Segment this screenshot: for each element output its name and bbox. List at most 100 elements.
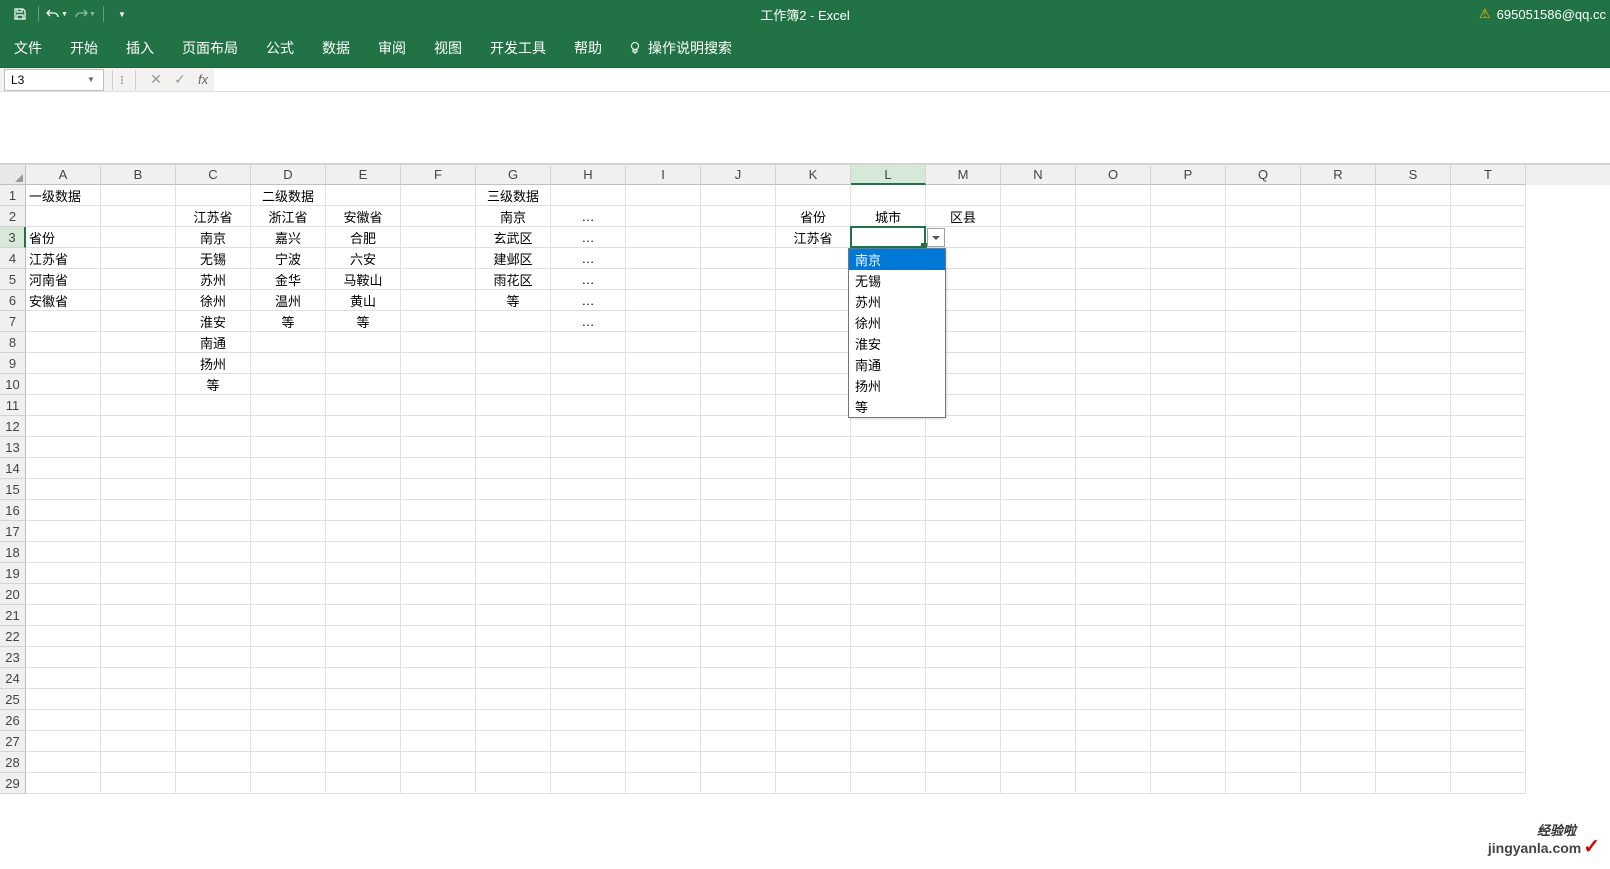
cell[interactable] xyxy=(851,731,926,752)
cell[interactable] xyxy=(1376,458,1451,479)
cell[interactable] xyxy=(176,731,251,752)
cell[interactable] xyxy=(1301,521,1376,542)
cell[interactable] xyxy=(851,626,926,647)
cell[interactable] xyxy=(626,689,701,710)
cell[interactable] xyxy=(1151,248,1226,269)
cell[interactable] xyxy=(101,311,176,332)
cell[interactable] xyxy=(701,353,776,374)
cell[interactable] xyxy=(176,626,251,647)
cell[interactable] xyxy=(1076,269,1151,290)
cell[interactable] xyxy=(551,374,626,395)
cell[interactable]: 等 xyxy=(176,374,251,395)
cell[interactable]: 宁波 xyxy=(251,248,326,269)
cell[interactable] xyxy=(1001,626,1076,647)
cell[interactable] xyxy=(101,626,176,647)
cell[interactable] xyxy=(1376,542,1451,563)
cell[interactable] xyxy=(626,206,701,227)
cell[interactable] xyxy=(1076,185,1151,206)
cell[interactable] xyxy=(401,647,476,668)
cell[interactable] xyxy=(401,479,476,500)
cell[interactable] xyxy=(1226,710,1301,731)
cell[interactable] xyxy=(251,332,326,353)
cell[interactable] xyxy=(101,542,176,563)
row-header[interactable]: 3 xyxy=(0,227,26,248)
dropdown-option[interactable]: 等 xyxy=(849,396,945,417)
cell[interactable] xyxy=(1001,248,1076,269)
cell[interactable] xyxy=(1451,626,1526,647)
cell[interactable] xyxy=(851,458,926,479)
data-validation-dropdown-button[interactable] xyxy=(927,228,945,247)
cell[interactable] xyxy=(626,563,701,584)
cell[interactable] xyxy=(401,206,476,227)
cell[interactable] xyxy=(1076,521,1151,542)
cell[interactable] xyxy=(326,710,401,731)
cell[interactable] xyxy=(101,227,176,248)
cell[interactable] xyxy=(251,668,326,689)
cell[interactable] xyxy=(626,605,701,626)
cell[interactable] xyxy=(1226,269,1301,290)
cell[interactable] xyxy=(26,626,101,647)
cell[interactable] xyxy=(1001,500,1076,521)
cell[interactable] xyxy=(626,647,701,668)
cell[interactable] xyxy=(626,437,701,458)
column-header[interactable]: J xyxy=(701,165,776,185)
cell[interactable] xyxy=(1376,731,1451,752)
cell[interactable] xyxy=(476,605,551,626)
cell[interactable] xyxy=(551,689,626,710)
cell[interactable]: 建邺区 xyxy=(476,248,551,269)
cell[interactable] xyxy=(26,395,101,416)
cell[interactable] xyxy=(1301,563,1376,584)
cell[interactable] xyxy=(851,416,926,437)
cell[interactable] xyxy=(101,395,176,416)
cell[interactable] xyxy=(1226,437,1301,458)
cell[interactable] xyxy=(1151,374,1226,395)
cell[interactable] xyxy=(1451,773,1526,794)
cell[interactable] xyxy=(1076,668,1151,689)
cell[interactable] xyxy=(626,395,701,416)
cell[interactable] xyxy=(1226,185,1301,206)
cell[interactable] xyxy=(251,563,326,584)
row-header[interactable]: 21 xyxy=(0,605,26,626)
cell[interactable] xyxy=(1151,668,1226,689)
cell[interactable] xyxy=(1076,374,1151,395)
cell[interactable] xyxy=(1451,269,1526,290)
cell[interactable] xyxy=(251,605,326,626)
cell[interactable] xyxy=(551,710,626,731)
cell[interactable] xyxy=(551,521,626,542)
cell[interactable] xyxy=(401,626,476,647)
data-validation-dropdown-list[interactable]: 南京无锡苏州徐州淮安南通扬州等 xyxy=(848,248,946,418)
cell[interactable] xyxy=(101,500,176,521)
cell[interactable] xyxy=(701,374,776,395)
cell[interactable]: 安徽省 xyxy=(26,290,101,311)
cell[interactable] xyxy=(626,773,701,794)
cell[interactable] xyxy=(1076,311,1151,332)
cell[interactable] xyxy=(401,311,476,332)
cell[interactable] xyxy=(701,752,776,773)
cell[interactable] xyxy=(926,647,1001,668)
cell[interactable] xyxy=(1001,374,1076,395)
cell[interactable] xyxy=(1451,374,1526,395)
cell[interactable]: 南京 xyxy=(176,227,251,248)
cell[interactable] xyxy=(1301,332,1376,353)
row-header[interactable]: 22 xyxy=(0,626,26,647)
cell[interactable] xyxy=(701,290,776,311)
cell[interactable] xyxy=(326,752,401,773)
cell[interactable] xyxy=(926,521,1001,542)
cell[interactable] xyxy=(1076,542,1151,563)
cell[interactable] xyxy=(101,521,176,542)
cell[interactable] xyxy=(551,647,626,668)
cell[interactable] xyxy=(701,437,776,458)
cell[interactable] xyxy=(1376,332,1451,353)
cell[interactable] xyxy=(401,689,476,710)
cell[interactable] xyxy=(176,752,251,773)
cell[interactable] xyxy=(26,731,101,752)
cell[interactable] xyxy=(1076,584,1151,605)
cell[interactable] xyxy=(101,479,176,500)
cell[interactable] xyxy=(176,479,251,500)
cell[interactable] xyxy=(176,416,251,437)
cell[interactable] xyxy=(626,185,701,206)
cell[interactable] xyxy=(1301,731,1376,752)
cell[interactable] xyxy=(1001,185,1076,206)
cell[interactable] xyxy=(101,689,176,710)
cell[interactable] xyxy=(851,185,926,206)
